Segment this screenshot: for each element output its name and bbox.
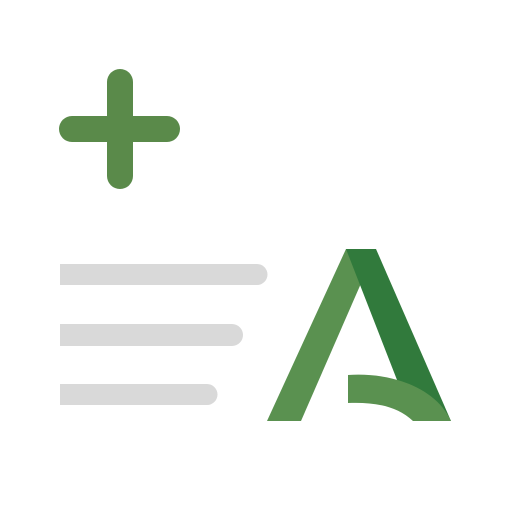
text-lines-icon	[60, 264, 268, 405]
app-icon	[0, 0, 512, 512]
text-line-short	[60, 384, 218, 405]
text-line-medium	[60, 324, 243, 346]
text-line-long	[60, 264, 268, 285]
plus-icon	[59, 69, 180, 189]
app-icon-graphic	[59, 69, 451, 421]
andalucia-a-logo	[267, 249, 451, 421]
plus-icon-horizontal-bar	[59, 116, 180, 142]
